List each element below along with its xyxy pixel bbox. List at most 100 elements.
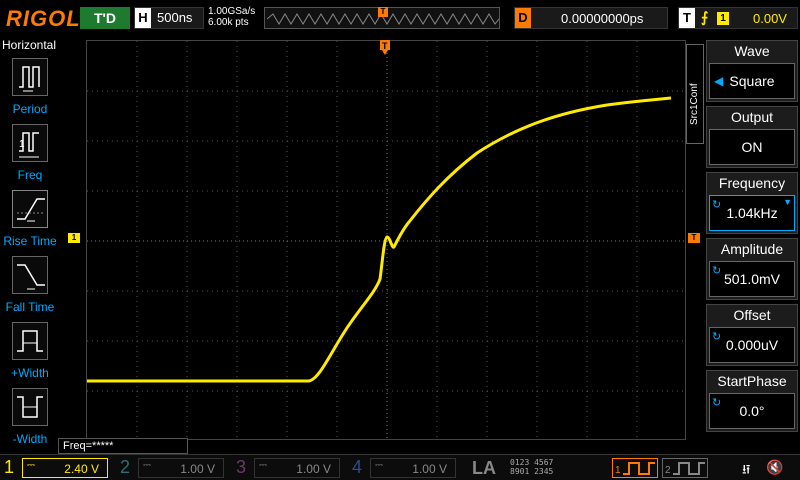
- amplitude-value-box[interactable]: ↻ 501.0mV: [709, 261, 795, 297]
- start-phase-title: StartPhase: [717, 373, 787, 389]
- horizontal-tag: H: [135, 8, 151, 28]
- sample-rate: 1.00GSa/s: [208, 6, 256, 17]
- dc-coupling-icon: ⎓: [143, 460, 151, 471]
- memory-depth: 6.00k pts: [208, 17, 249, 28]
- channel4-scale-box: ⎓ 1.00 V: [370, 458, 456, 478]
- acquisition-info: 1.00GSa/s 6.00k pts: [208, 6, 255, 28]
- top-status-bar: RIGOL T'D H 500ns 1.00GSa/s 6.00k pts T …: [0, 0, 800, 36]
- freq-icon: 1: [12, 124, 48, 162]
- logic-channels-display: 0123 4567 8901 2345: [510, 458, 606, 478]
- delay-display[interactable]: D 0.00000000ps: [514, 7, 668, 29]
- channel2-status[interactable]: 2 ⎓ 1.00 V: [116, 457, 228, 479]
- start-phase-value: 0.0°: [739, 403, 765, 419]
- amplitude-setting[interactable]: Amplitude ↻ 501.0mV: [706, 238, 798, 300]
- delay-tag: D: [515, 8, 531, 28]
- square-wave-icon: 1: [615, 462, 655, 476]
- channel3-scale: 1.00 V: [296, 462, 331, 476]
- brand-logo: RIGOL: [6, 6, 81, 31]
- fall-time-icon: [12, 256, 48, 294]
- offset-value-box[interactable]: ↻ 0.000uV: [709, 327, 795, 363]
- timebase-display[interactable]: H 500ns: [134, 7, 204, 29]
- start-phase-value-box[interactable]: ↻ 0.0°: [709, 393, 795, 429]
- channel4-scale: 1.00 V: [412, 462, 447, 476]
- channel3-status[interactable]: 3 ⎓ 1.00 V: [232, 457, 344, 479]
- start-phase-setting[interactable]: StartPhase ↻ 0.0°: [706, 370, 798, 432]
- measure-rise-time-button[interactable]: Rise Time: [3, 190, 57, 250]
- wave-value: Square: [729, 73, 775, 89]
- offset-value: 0.000uV: [725, 337, 779, 353]
- wave-value-box[interactable]: ◀ Square: [709, 63, 795, 99]
- measure-period-button[interactable]: Period: [4, 58, 56, 118]
- wave-title: Wave: [734, 43, 770, 59]
- trigger-tag: T: [679, 8, 695, 28]
- period-icon: [12, 58, 48, 96]
- frequency-counter-readout: Freq=*****: [58, 438, 188, 454]
- graticule: [87, 41, 687, 441]
- amplitude-value: 501.0mV: [723, 271, 781, 287]
- channel2-scale: 1.00 V: [180, 462, 215, 476]
- measure-plus-width-button[interactable]: +Width: [4, 322, 56, 382]
- channel2-number: 2: [120, 457, 131, 477]
- channel1-number: 1: [4, 457, 15, 477]
- source-config-menu: Src1Conf Wave ◀ Square Output ON Frequen…: [686, 38, 800, 438]
- svg-text:T: T: [382, 41, 388, 51]
- measure-fall-time-button[interactable]: Fall Time: [4, 256, 56, 316]
- rise-time-icon: [12, 190, 48, 228]
- trigger-display[interactable]: T ⨍ 1 0.00V: [678, 7, 798, 29]
- amplitude-title: Amplitude: [720, 241, 784, 257]
- period-label: Period: [12, 102, 48, 116]
- trigger-position-marker[interactable]: T: [378, 7, 388, 17]
- trigger-level-value: 0.00V: [753, 11, 787, 26]
- menu-title: Horizontal: [2, 38, 57, 52]
- measure-minus-width-button[interactable]: -Width: [4, 388, 56, 448]
- trigger-position-top-marker[interactable]: T: [380, 40, 390, 56]
- delay-value: 0.00000000ps: [561, 11, 644, 26]
- frequency-value: 1.04kHz: [726, 205, 778, 221]
- speaker-muted-icon[interactable]: 🔇: [766, 459, 783, 476]
- logic-analyzer-button[interactable]: LA: [472, 458, 508, 478]
- frequency-value-box[interactable]: ↻ ▼ 1.04kHz: [709, 195, 795, 231]
- frequency-setting[interactable]: Frequency ↻ ▼ 1.04kHz: [706, 172, 798, 234]
- channel1-status[interactable]: 1 ⎓ 2.40 V: [0, 457, 112, 479]
- svg-text:1: 1: [615, 465, 621, 476]
- plus-width-label: +Width: [11, 366, 49, 380]
- channel3-scale-box: ⎓ 1.00 V: [254, 458, 340, 478]
- generator1-button[interactable]: 1: [612, 458, 658, 478]
- rise-time-label: Rise Time: [3, 234, 57, 248]
- channel1-trace: [87, 96, 672, 383]
- channel2-scale-box: ⎓ 1.00 V: [138, 458, 224, 478]
- channel3-number: 3: [236, 457, 247, 477]
- output-setting[interactable]: Output ON: [706, 106, 798, 168]
- logic-channels-bottom: 8901 2345: [510, 467, 554, 476]
- dc-coupling-icon: ⎓: [259, 460, 267, 471]
- output-value: ON: [741, 139, 763, 155]
- output-value-box[interactable]: ON: [709, 129, 795, 165]
- rising-edge-icon: ⨍: [701, 9, 709, 25]
- plus-width-icon: [12, 322, 48, 360]
- generator2-button[interactable]: 2: [662, 458, 708, 478]
- source1-config-tab[interactable]: Src1Conf: [686, 44, 704, 144]
- run-status-badge[interactable]: T'D: [80, 7, 130, 29]
- channel-status-bar: 1 ⎓ 2.40 V 2 ⎓ 1.00 V 3 ⎓ 1.00 V 4 ⎓ 1.0…: [0, 454, 800, 480]
- usb-icon: ⭿: [742, 462, 751, 477]
- minus-width-label: -Width: [12, 432, 48, 446]
- square-wave-icon: 2: [665, 462, 705, 476]
- channel1-offset-marker[interactable]: 1: [68, 233, 80, 243]
- minus-width-icon: [12, 388, 48, 426]
- frequency-title: Frequency: [718, 175, 786, 191]
- source-tab-label: Src1Conf: [689, 83, 700, 125]
- measure-menu: Horizontal Period 1 Freq Rise Time Fall …: [0, 38, 58, 446]
- timebase-value: 500ns: [157, 10, 193, 25]
- svg-text:2: 2: [665, 465, 671, 476]
- svg-text:1: 1: [19, 139, 25, 150]
- dc-coupling-icon: ⎓: [375, 460, 383, 471]
- measure-freq-button[interactable]: 1 Freq: [4, 124, 56, 184]
- output-title: Output: [730, 109, 774, 125]
- channel1-scale: 2.40 V: [64, 462, 99, 476]
- offset-setting[interactable]: Offset ↻ 0.000uV: [706, 304, 798, 366]
- freq-label: Freq: [17, 168, 43, 182]
- wave-setting[interactable]: Wave ◀ Square: [706, 40, 798, 102]
- channel4-number: 4: [352, 457, 363, 477]
- channel4-status[interactable]: 4 ⎓ 1.00 V: [348, 457, 460, 479]
- waveform-display[interactable]: [86, 40, 687, 441]
